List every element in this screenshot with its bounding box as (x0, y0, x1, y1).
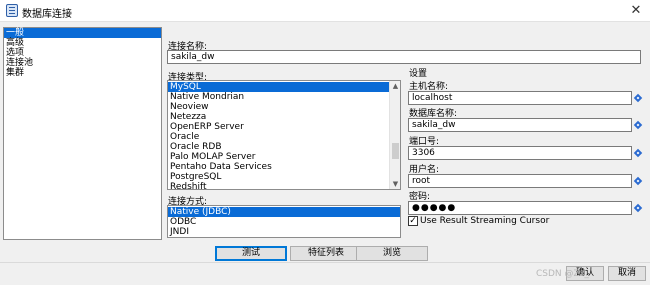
nav-item-clustering[interactable]: 集群 (4, 68, 161, 78)
close-button[interactable]: ✕ (626, 2, 646, 20)
variable-icon[interactable] (632, 147, 644, 159)
list-item[interactable]: Oracle (168, 132, 389, 142)
password-input[interactable]: ●●●●● (408, 201, 632, 215)
list-item[interactable]: Neoview (168, 102, 389, 112)
list-item[interactable]: Netezza (168, 112, 389, 122)
list-item[interactable]: Redshift (168, 182, 389, 189)
nav-item-general[interactable]: 一般 (4, 28, 161, 38)
list-item[interactable]: JNDI (168, 227, 400, 237)
database-icon (6, 4, 18, 17)
database-name-input[interactable]: sakila_dw (408, 118, 632, 132)
variable-icon[interactable] (632, 119, 644, 131)
port-input[interactable]: 3306 (408, 146, 632, 160)
connection-name-input[interactable]: sakila_dw (167, 50, 641, 64)
list-item[interactable]: OpenERP Server (168, 122, 389, 132)
variable-icon[interactable] (632, 202, 644, 214)
title-bar: 数据库连接 ✕ (0, 0, 650, 22)
list-item[interactable]: Native Mondrian (168, 92, 389, 102)
feature-list-button[interactable]: 特征列表 (290, 246, 362, 261)
variable-icon[interactable] (632, 92, 644, 104)
scroll-thumb[interactable] (392, 143, 399, 159)
nav-item-advanced[interactable]: 高级 (4, 38, 161, 48)
variable-icon[interactable] (632, 175, 644, 187)
watermark: CSDN @Zz_ (536, 269, 589, 279)
list-item[interactable]: MySQL (168, 82, 389, 92)
list-item[interactable]: PostgreSQL (168, 172, 389, 182)
divider (0, 262, 650, 263)
window-title: 数据库连接 (22, 9, 72, 20)
list-item[interactable]: ODBC (168, 217, 400, 227)
access-method-list[interactable]: Native (JDBC) ODBC JNDI (167, 205, 401, 238)
category-list: 一般 高级 选项 连接池 集群 (3, 27, 162, 240)
host-input[interactable]: localhost (408, 91, 632, 105)
scroll-up-icon[interactable]: ▲ (390, 81, 400, 91)
settings-heading: 设置 (409, 69, 428, 79)
test-button[interactable]: 测试 (215, 246, 287, 261)
connection-type-scrollbar[interactable]: ▲ ▼ (389, 81, 400, 189)
list-item[interactable]: Oracle RDB (168, 142, 389, 152)
nav-item-options[interactable]: 选项 (4, 48, 161, 58)
streaming-cursor-checkbox[interactable]: ✓ (408, 216, 418, 226)
list-item[interactable]: Pentaho Data Services (168, 162, 389, 172)
connection-type-list[interactable]: MySQL Native Mondrian Neoview Netezza Op… (167, 80, 401, 190)
list-item[interactable]: Palo MOLAP Server (168, 152, 389, 162)
list-item[interactable]: Native (JDBC) (168, 207, 400, 217)
streaming-cursor-label: Use Result Streaming Cursor (420, 216, 550, 226)
nav-item-pooling[interactable]: 连接池 (4, 58, 161, 68)
username-input[interactable]: root (408, 174, 632, 188)
scroll-down-icon[interactable]: ▼ (390, 179, 400, 189)
cancel-button[interactable]: 取消 (608, 266, 646, 281)
explore-button[interactable]: 浏览 (356, 246, 428, 261)
